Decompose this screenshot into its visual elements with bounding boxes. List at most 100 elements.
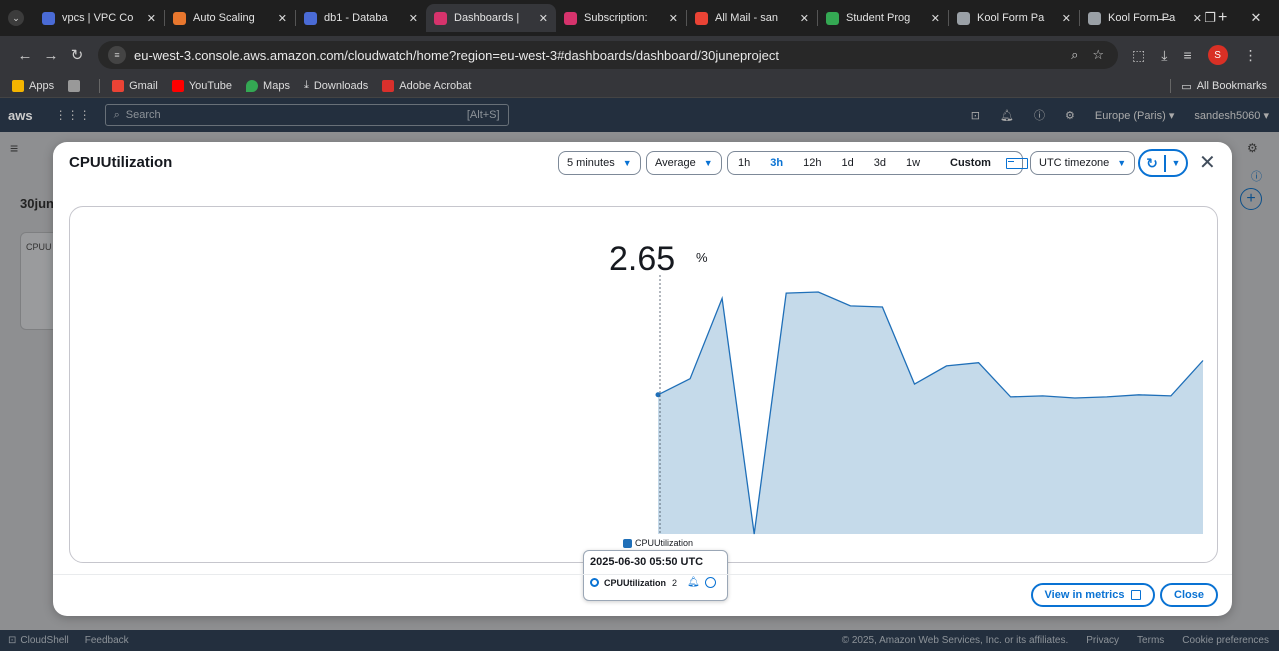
forward-icon[interactable]: →	[38, 47, 64, 64]
caret-down-icon: ▼	[1117, 158, 1127, 168]
all-bookmarks[interactable]: ▭ All Bookmarks	[1170, 79, 1267, 93]
browser-tab[interactable]: db1 - Databa ✕	[296, 4, 426, 32]
preferences-gear-icon[interactable]: ⚙	[1247, 141, 1258, 155]
background-widget-title: CPUU	[26, 242, 52, 252]
tab-close-icon[interactable]: ✕	[800, 12, 809, 25]
browser-tab[interactable]: Auto Scaling ✕	[165, 4, 295, 32]
bookmark-downloads[interactable]: ⤓ Downloads	[304, 79, 368, 92]
bookmark-maps[interactable]: Maps	[246, 79, 290, 92]
minimize-icon[interactable]: —	[1141, 11, 1187, 26]
modal-divider	[53, 574, 1232, 575]
media-icon[interactable]: ≡	[1183, 47, 1191, 63]
aws-search-input[interactable]: ⌕ Search [Alt+S]	[104, 104, 509, 126]
range-1d[interactable]: 1d	[831, 157, 863, 169]
download-icon[interactable]: ⤓	[1161, 47, 1167, 64]
bookmark-adobe-acrobat[interactable]: Adobe Acrobat	[382, 79, 471, 92]
privacy-link[interactable]: Privacy	[1086, 635, 1119, 646]
tab-close-icon[interactable]: ✕	[931, 12, 940, 25]
info-icon[interactable]: ⓘ	[1251, 168, 1262, 184]
notifications-bell-icon[interactable]: 🔔︎	[1000, 109, 1014, 122]
tab-search-icon[interactable]: ⌄	[8, 10, 24, 26]
browser-tab[interactable]: Dashboards | ✕	[426, 4, 556, 32]
extensions-icon[interactable]: ⬚	[1132, 47, 1145, 64]
custom-label: Custom	[950, 157, 991, 169]
latest-value: 2.65	[609, 240, 676, 278]
legend-label: CPUUtilization	[635, 538, 694, 548]
cookie-preferences-link[interactable]: Cookie preferences	[1182, 635, 1269, 646]
tab-close-icon[interactable]: ✕	[147, 12, 156, 25]
tab-favicon-icon	[434, 11, 447, 25]
help-icon[interactable]: ⓘ	[1034, 107, 1045, 123]
zoom-icon[interactable]: ⌕	[1071, 47, 1078, 63]
tab-close-icon[interactable]: ✕	[669, 12, 678, 25]
browser-menu-icon[interactable]: ⋮	[1244, 47, 1258, 64]
metric-modal: CPUUtilization 5 minutes ▼ Average ▼ 1h 3h…	[53, 142, 1232, 616]
tab-title: Auto Scaling	[193, 12, 255, 24]
browser-tab[interactable]: Subscription: ✕	[556, 4, 686, 32]
browser-tab[interactable]: Student Prog ✕	[818, 4, 948, 32]
tab-close-icon[interactable]: ✕	[539, 12, 548, 25]
period-select[interactable]: 5 minutes ▼	[558, 151, 641, 175]
add-widget-icon[interactable]: +	[1240, 188, 1262, 210]
tab-close-icon[interactable]: ✕	[1062, 12, 1071, 25]
settings-gear-icon[interactable]: ⚙	[1065, 109, 1075, 122]
datapoint-tooltip: 2025-06-30 05:50 UTC CPUUtilization 2 🔔︎	[583, 550, 728, 601]
hamburger-menu-icon[interactable]: ≡	[10, 140, 18, 156]
terms-link[interactable]: Terms	[1137, 635, 1164, 646]
account-menu[interactable]: sandesh5060 ▾	[1194, 109, 1269, 122]
tooltip-row: CPUUtilization 2 🔔︎	[590, 577, 721, 588]
window-controls: — ❐ ✕	[1141, 0, 1279, 36]
bookmark-gmail[interactable]: Gmail	[112, 79, 158, 92]
statistic-select[interactable]: Average ▼	[646, 151, 722, 175]
maximize-icon[interactable]: ❐	[1187, 10, 1233, 26]
profile-avatar[interactable]: S	[1207, 45, 1228, 65]
modal-close-icon[interactable]: ✕	[1199, 150, 1216, 175]
range-custom[interactable]: Custom	[930, 157, 1038, 169]
anomaly-detection-icon[interactable]	[704, 577, 716, 588]
bookmarks-bar: Apps Gmail YouTube Maps ⤓ Downloads Adobe…	[0, 74, 1279, 98]
bookmark-label: Apps	[29, 79, 55, 92]
range-1h[interactable]: 1h	[728, 157, 760, 169]
back-icon[interactable]: ←	[12, 47, 38, 64]
aws-logo[interactable]: aws	[8, 108, 33, 123]
search-shortcut: [Alt+S]	[466, 109, 500, 121]
cloudshell-link[interactable]: ⊡ CloudShell	[8, 635, 69, 646]
bookmark-star-icon[interactable]: ☆	[1092, 47, 1104, 63]
timezone-select[interactable]: UTC timezone ▼	[1030, 151, 1136, 175]
bookmark-youtube[interactable]: YouTube	[171, 79, 232, 92]
tab-favicon-icon	[1088, 11, 1101, 25]
chart-legend[interactable]: CPUUtilization	[623, 538, 693, 548]
range-12h[interactable]: 12h	[793, 157, 831, 169]
range-3h[interactable]: 3h	[760, 157, 793, 169]
cloudshell-label: CloudShell	[20, 635, 69, 646]
range-3d[interactable]: 3d	[864, 157, 896, 169]
bookmark-label: Maps	[263, 79, 290, 92]
window-close-icon[interactable]: ✕	[1233, 10, 1279, 26]
bookmark-apps[interactable]: Apps	[12, 79, 55, 92]
tab-close-icon[interactable]: ✕	[278, 12, 287, 25]
youtube-icon	[171, 79, 184, 92]
create-alarm-bell-icon[interactable]: 🔔︎	[687, 577, 700, 588]
feedback-link[interactable]: Feedback	[85, 635, 129, 646]
view-in-metrics-button[interactable]: View in metrics	[1031, 583, 1155, 607]
range-1w[interactable]: 1w	[896, 157, 930, 169]
services-grid-icon[interactable]: ⋮⋮⋮	[55, 108, 91, 122]
gmail-icon	[112, 79, 125, 92]
tab-favicon-icon	[957, 11, 970, 25]
site-info-icon[interactable]: ≡	[108, 46, 126, 64]
reload-icon[interactable]: ↻	[64, 46, 90, 64]
url-input[interactable]: ≡ eu-west-3.console.aws.amazon.com/cloud…	[98, 41, 1118, 69]
browser-tab[interactable]: All Mail - san ✕	[687, 4, 817, 32]
tab-groups-icon[interactable]	[68, 79, 85, 92]
refresh-icon[interactable]: ↻	[1140, 154, 1166, 172]
tab-favicon-icon	[564, 11, 577, 25]
region-selector[interactable]: Europe (Paris) ▾	[1095, 109, 1175, 122]
refresh-options-dropdown[interactable]: ▼	[1166, 158, 1186, 168]
cloudshell-icon[interactable]: ⊡	[971, 109, 980, 122]
close-button[interactable]: Close	[1160, 583, 1218, 607]
search-icon: ⌕	[113, 108, 120, 121]
tab-close-icon[interactable]: ✕	[409, 12, 418, 25]
timezone-value: UTC timezone	[1039, 157, 1110, 169]
browser-tab[interactable]: vpcs | VPC Co ✕	[34, 4, 164, 32]
browser-tab[interactable]: Kool Form Pa ✕	[949, 4, 1079, 32]
